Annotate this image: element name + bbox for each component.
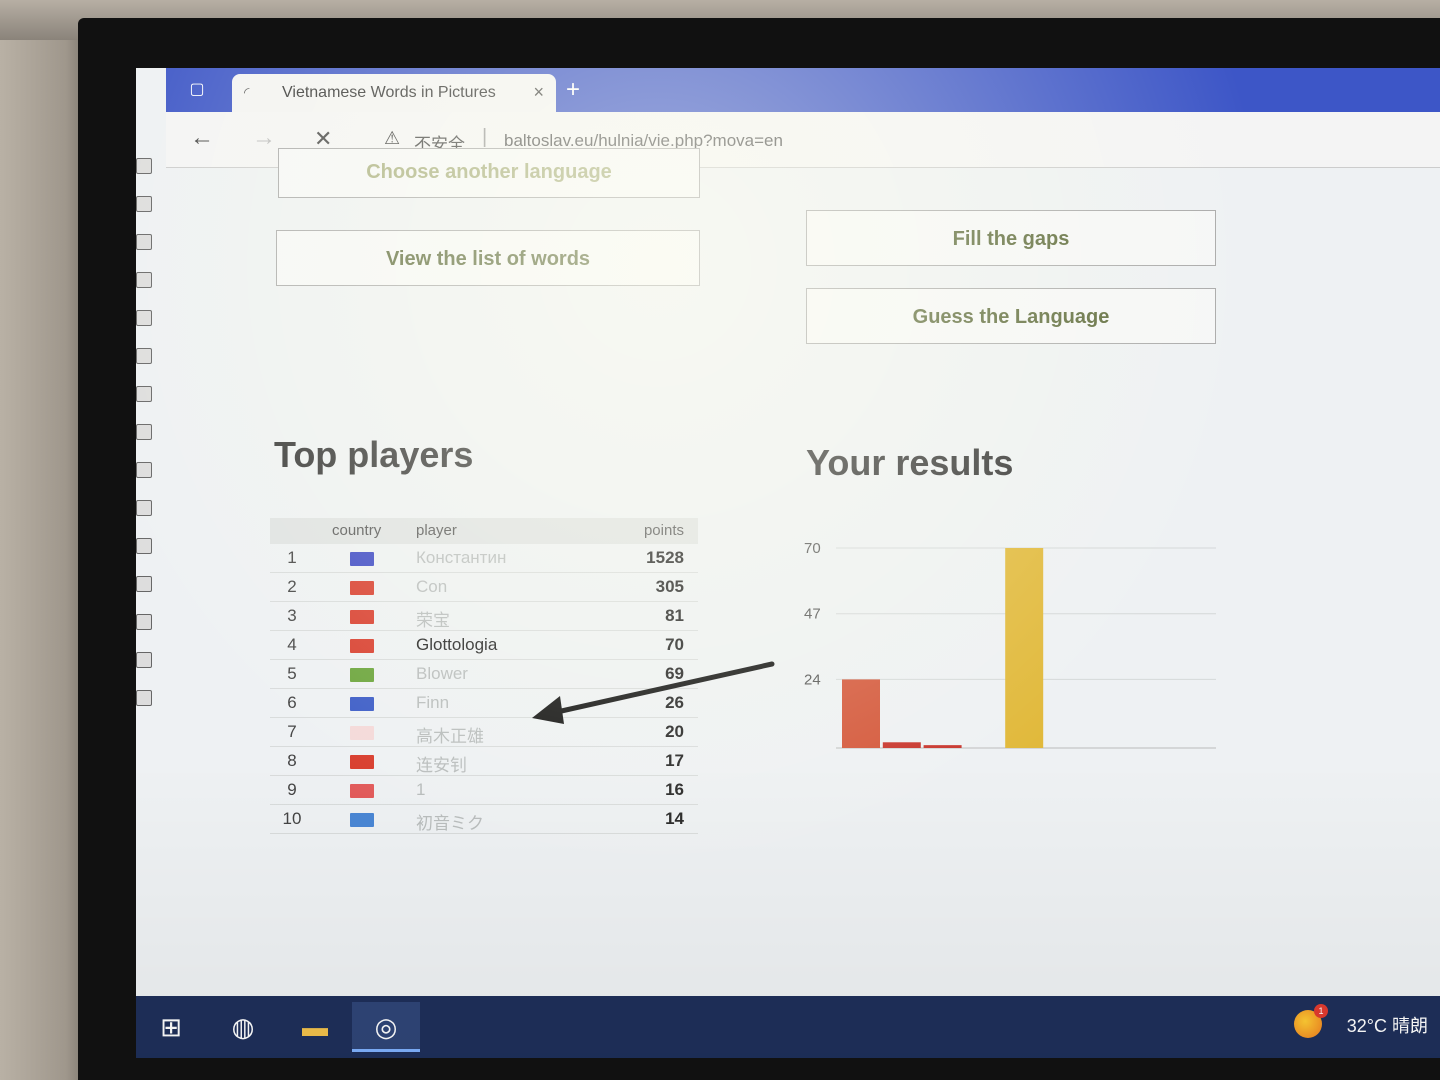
rank-cell: 3 — [287, 606, 297, 625]
new-tab-button[interactable]: + — [566, 76, 580, 104]
rank-cell: 8 — [287, 751, 297, 770]
rank-cell: 7 — [287, 722, 297, 741]
side-app-icon[interactable] — [136, 234, 152, 250]
results-bar-chart: 24 47 70 — [804, 540, 1216, 749]
result-bar — [1005, 548, 1044, 748]
points-cell: 1528 — [646, 548, 684, 567]
rank-cell: 2 — [287, 577, 297, 596]
country-flag-icon — [350, 784, 374, 798]
side-app-icon[interactable] — [136, 386, 152, 402]
points-cell: 17 — [665, 751, 684, 770]
side-app-icon[interactable] — [136, 310, 152, 326]
weather-badge: 1 — [1314, 1004, 1328, 1018]
rank-cell: 6 — [287, 693, 297, 712]
player-name: 初音ミク — [416, 814, 484, 833]
side-app-icon[interactable] — [136, 500, 152, 516]
web-page: Choose another language View the list of… — [166, 148, 1440, 998]
table-row: 1 Константин 1528 — [270, 544, 698, 573]
player-name: Finn — [416, 693, 450, 712]
fill-gaps-button[interactable]: Fill the gaps — [806, 210, 1216, 266]
country-flag-icon — [350, 552, 374, 566]
side-app-icon[interactable] — [136, 538, 152, 554]
player-name: Blower — [416, 664, 468, 683]
side-app-icon[interactable] — [136, 690, 152, 706]
points-cell: 14 — [665, 809, 684, 828]
loading-spinner-icon: ◜ — [244, 84, 250, 100]
country-flag-icon — [350, 726, 374, 740]
country-flag-icon — [350, 697, 374, 711]
column-points: points — [643, 522, 684, 539]
side-app-icon[interactable] — [136, 652, 152, 668]
player-name: 1 — [416, 780, 426, 799]
url-separator: | — [482, 126, 488, 148]
country-flag-icon — [350, 639, 374, 653]
monitor-screen: ▢ ◜ Vietnamese Words in Pictures × + ← →… — [136, 68, 1440, 1058]
country-flag-icon — [350, 668, 374, 682]
column-player: player — [416, 522, 457, 539]
rank-cell: 9 — [287, 780, 297, 799]
country-flag-icon — [350, 755, 374, 769]
player-name: 连安钊 — [416, 756, 467, 775]
table-row: 8 连安钊 17 — [270, 747, 698, 776]
side-app-icon[interactable] — [136, 462, 152, 478]
column-country: country — [332, 522, 382, 539]
rank-cell: 1 — [287, 548, 297, 567]
result-bar — [842, 679, 880, 748]
country-flag-icon — [350, 581, 374, 595]
table-row: 4 Glottologia 70 — [270, 631, 698, 660]
player-name: Константин — [416, 548, 507, 567]
table-row: 2 Con 305 — [270, 573, 698, 602]
rank-cell: 10 — [282, 809, 302, 828]
y-tick-label: 47 — [804, 606, 821, 623]
country-flag-icon — [350, 610, 374, 624]
table-row: 3 荣宝 81 — [270, 602, 698, 631]
annotation-arrow — [532, 661, 775, 724]
browser-tab[interactable]: ◜ Vietnamese Words in Pictures × — [232, 74, 556, 112]
tab-close-icon[interactable]: × — [533, 82, 544, 103]
rank-cell: 4 — [287, 635, 297, 654]
side-app-icon[interactable] — [136, 424, 152, 440]
tab-title: Vietnamese Words in Pictures — [282, 84, 496, 101]
browser-tab-bar: ▢ ◜ Vietnamese Words in Pictures × + — [166, 68, 1440, 112]
player-name: 高木正雄 — [416, 727, 484, 746]
edge-browser-icon[interactable]: ◎ — [352, 1002, 420, 1052]
points-cell: 81 — [665, 606, 684, 625]
table-row: 9 1 16 — [270, 776, 698, 805]
view-word-list-button[interactable]: View the list of words — [276, 230, 700, 286]
weather-text[interactable]: 32°C 晴朗 — [1347, 1012, 1428, 1038]
rank-cell: 5 — [287, 664, 297, 683]
result-bar — [923, 745, 962, 748]
side-app-icon[interactable] — [136, 614, 152, 630]
choose-language-button[interactable]: Choose another language — [278, 148, 700, 198]
points-cell: 70 — [665, 635, 684, 654]
side-app-icon[interactable] — [136, 158, 152, 174]
table-row: 10 初音ミク 14 — [270, 805, 698, 834]
result-bar — [882, 742, 921, 748]
browser-app-icon[interactable]: ◍ — [218, 1002, 268, 1052]
table-header: country player points — [270, 518, 698, 544]
side-app-strip — [136, 158, 156, 838]
tab-actions-icon[interactable]: ▢ — [184, 78, 210, 102]
side-app-icon[interactable] — [136, 196, 152, 212]
points-cell: 305 — [655, 577, 684, 596]
forward-arrow-icon[interactable]: → — [252, 124, 276, 152]
side-app-icon[interactable] — [136, 272, 152, 288]
player-name: Glottologia — [416, 635, 498, 654]
country-flag-icon — [350, 813, 374, 827]
windows-taskbar: ⊞ ◍ ▬ ◎ 1 32°C 晴朗 — [136, 996, 1440, 1058]
back-arrow-icon[interactable]: ← — [190, 124, 214, 152]
guess-language-button[interactable]: Guess the Language — [806, 288, 1216, 344]
y-tick-label: 70 — [804, 540, 821, 557]
side-app-icon[interactable] — [136, 348, 152, 364]
your-results-heading: Your results — [806, 442, 1014, 483]
y-tick-label: 24 — [804, 671, 821, 688]
top-players-heading: Top players — [274, 434, 474, 475]
file-explorer-icon[interactable]: ▬ — [290, 1002, 340, 1052]
points-cell: 16 — [665, 780, 684, 799]
player-name: 荣宝 — [416, 611, 450, 630]
side-app-icon[interactable] — [136, 576, 152, 592]
warning-icon[interactable]: ⚠ — [384, 128, 400, 149]
player-name: Con — [416, 577, 448, 596]
windows-start-icon[interactable]: ⊞ — [146, 1002, 196, 1052]
